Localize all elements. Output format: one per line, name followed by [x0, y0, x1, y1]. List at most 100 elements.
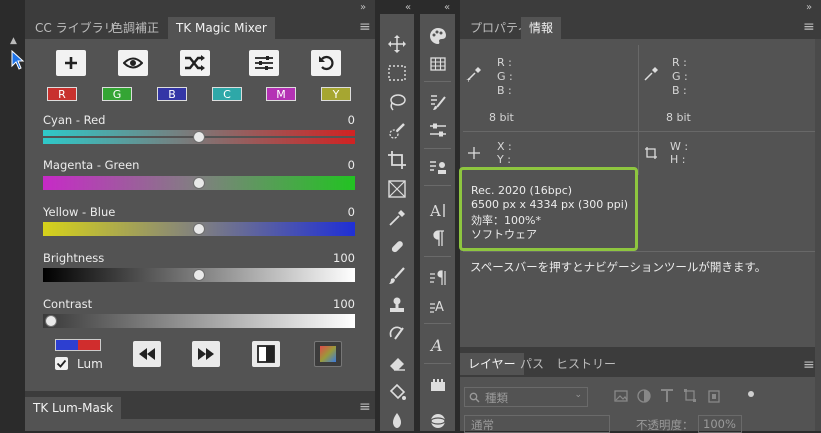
blur-tool[interactable]	[385, 409, 409, 433]
random-button[interactable]	[180, 50, 210, 76]
sphere-icon	[430, 414, 446, 428]
panel-icons-column	[420, 14, 455, 431]
rgb-label-g-2: G :	[672, 70, 688, 83]
step-forward-button[interactable]	[192, 341, 220, 367]
tab-adjustments[interactable]: 色調補正	[103, 17, 167, 39]
filter-type-icon[interactable]	[660, 388, 674, 403]
lasso-tool[interactable]	[385, 90, 409, 114]
lum-label: Lum	[77, 357, 103, 371]
eraser-tool[interactable]	[385, 351, 409, 375]
channel-r-button[interactable]: R	[47, 87, 77, 101]
slider-thumb[interactable]	[193, 269, 205, 281]
layer-filter-select[interactable]: 種類 ⌄	[464, 387, 588, 407]
panel-divider	[424, 323, 451, 324]
move-tool[interactable]	[385, 32, 409, 56]
frame-tool[interactable]	[385, 177, 409, 201]
channel-y-button[interactable]: Y	[321, 87, 351, 101]
tab-tk-lum-mask[interactable]: TK Lum-Mask	[25, 397, 122, 419]
tab-paths[interactable]: パス	[520, 353, 544, 375]
eyedropper-readout-icon	[644, 67, 658, 81]
lum-checkbox[interactable]	[55, 357, 68, 370]
reset-button[interactable]	[311, 50, 341, 76]
channel-m-button[interactable]: M	[266, 87, 296, 101]
character-styles-button[interactable]: A	[426, 293, 450, 317]
healing-brush-tool[interactable]	[385, 235, 409, 259]
opacity-input[interactable]: 100%	[698, 415, 742, 433]
tab-tk-magic-mixer[interactable]: TK Magic Mixer	[168, 17, 275, 39]
magenta-green-slider[interactable]	[43, 176, 355, 192]
layers-panel-menu-icon[interactable]: ≡	[803, 357, 815, 373]
right-edge-scrollbar[interactable]	[815, 39, 821, 431]
slider-thumb[interactable]	[193, 177, 205, 189]
history-brush-tool[interactable]	[385, 322, 409, 346]
blend-mode-select[interactable]: 通常	[464, 415, 610, 433]
filter-pixel-icon[interactable]	[614, 389, 628, 403]
color-panel-button[interactable]	[426, 24, 450, 48]
timeline-panel-button[interactable]	[426, 373, 450, 397]
clone-stamp-tool[interactable]	[385, 293, 409, 317]
step-back-button[interactable]	[133, 341, 161, 367]
paragraph-panel-button[interactable]	[426, 226, 450, 250]
search-icon	[469, 392, 480, 403]
add-button[interactable]	[56, 50, 86, 76]
brush-icon	[389, 267, 405, 284]
tab-info[interactable]: 情報	[521, 17, 562, 39]
slider-label-magenta-green: Magenta - Green	[43, 158, 140, 172]
lum-mask-menu-icon[interactable]: ≡	[359, 399, 371, 415]
slider-label-yellow-blue: Yellow - Blue	[43, 205, 116, 219]
glyphs-panel-button[interactable]: A	[426, 333, 450, 357]
character-panel-button[interactable]: A	[426, 198, 450, 222]
quick-selection-tool[interactable]	[385, 119, 409, 143]
mask-button[interactable]	[252, 341, 280, 367]
palette-icon	[430, 28, 446, 44]
paragraph-styles-icon	[430, 270, 446, 285]
expand-toolbar-button[interactable]: «	[405, 2, 411, 13]
character-icon: A	[429, 202, 445, 219]
tab-layers[interactable]: レイヤー	[460, 353, 524, 375]
3d-panel-button[interactable]	[426, 409, 450, 433]
tab-history[interactable]: ヒストリー	[556, 353, 616, 375]
settings-button[interactable]	[249, 50, 279, 76]
bit-depth-right: 8 bit	[666, 111, 691, 124]
opacity-value: 100%	[703, 417, 736, 431]
color-grid-button[interactable]	[314, 341, 342, 367]
expand-panels-button[interactable]: «	[444, 2, 450, 13]
yellow-blue-slider[interactable]	[43, 222, 355, 238]
slider-thumb[interactable]	[193, 131, 205, 143]
coord-label-x: X :	[497, 140, 512, 153]
adjustment-sliders-icon	[430, 123, 446, 137]
eyedropper-tool[interactable]	[385, 206, 409, 230]
marquee-tool[interactable]	[385, 61, 409, 85]
crop-tool[interactable]	[385, 148, 409, 172]
brush-tool[interactable]	[385, 264, 409, 288]
filter-adjustment-icon[interactable]	[637, 389, 651, 403]
channel-c-button[interactable]: C	[212, 87, 242, 101]
filter-shape-icon[interactable]	[683, 388, 697, 403]
layer-filter-value: 種類	[485, 391, 508, 405]
channel-g-button[interactable]: G	[102, 87, 132, 101]
brightness-slider[interactable]	[43, 268, 355, 284]
cyan-red-slider[interactable]	[43, 130, 355, 146]
adjustments-button[interactable]	[426, 118, 450, 142]
slider-thumb[interactable]	[45, 315, 57, 327]
filter-smart-object-icon[interactable]	[707, 388, 721, 403]
collapse-arrow-icon[interactable]: ▲	[10, 36, 17, 46]
preview-button[interactable]	[118, 50, 148, 76]
brush-settings-button[interactable]	[426, 90, 450, 114]
svg-text:+: +	[466, 77, 471, 82]
paragraph-styles-button[interactable]	[426, 266, 450, 290]
slider-thumb[interactable]	[193, 223, 205, 235]
left-panel-menu-icon[interactable]: ≡	[359, 19, 371, 35]
collapse-left-panel-button[interactable]: »	[360, 2, 366, 13]
info-panel-menu-icon[interactable]: ≡	[803, 19, 815, 35]
paint-bucket-tool[interactable]	[385, 380, 409, 404]
channel-b-button[interactable]: B	[157, 87, 187, 101]
swatches-panel-button[interactable]	[426, 52, 450, 76]
filter-toggle-dot[interactable]	[748, 391, 754, 397]
slider-label-contrast: Contrast	[43, 297, 93, 311]
contrast-slider[interactable]	[43, 314, 355, 330]
collapse-right-panel-button[interactable]: »	[806, 2, 812, 13]
svg-text:A: A	[429, 202, 441, 219]
info-divider-horizontal	[463, 251, 815, 252]
clone-source-button[interactable]	[426, 156, 450, 180]
